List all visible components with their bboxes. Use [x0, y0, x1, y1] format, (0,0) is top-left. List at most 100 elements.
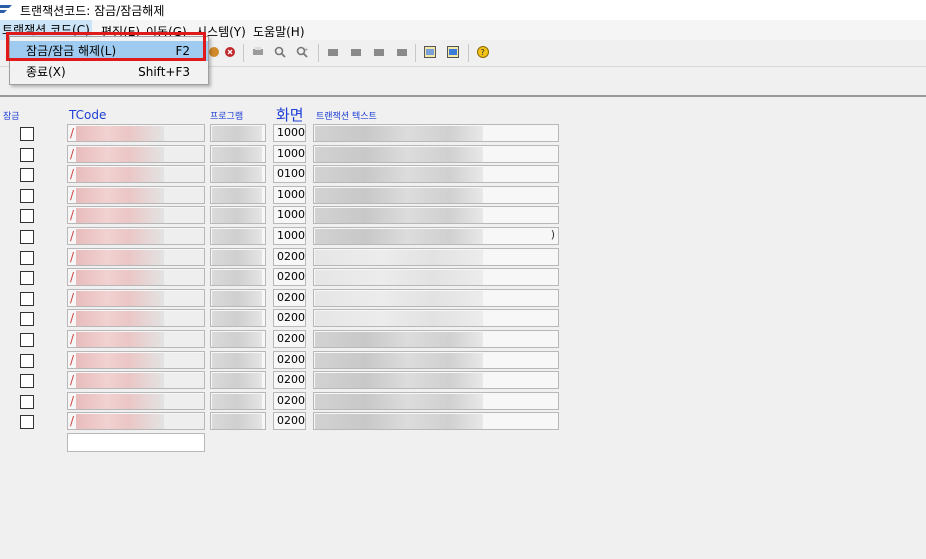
toolbar-separator	[243, 44, 244, 62]
program-field	[210, 330, 266, 348]
tcode-field[interactable]: /	[67, 371, 205, 390]
program-field	[210, 124, 266, 142]
redacted-block	[164, 146, 204, 162]
tcode-field[interactable]: /	[67, 144, 205, 163]
toolbar-separator	[415, 44, 416, 62]
table-row: / 0200	[0, 391, 926, 413]
tcode-field[interactable]: /	[67, 309, 205, 328]
tcode-field[interactable]: /	[67, 288, 205, 307]
redacted-block	[212, 249, 262, 265]
lock-checkbox[interactable]	[20, 415, 34, 430]
tcode-value: /	[70, 208, 75, 223]
lock-checkbox[interactable]	[20, 353, 34, 368]
tcode-field[interactable]: /	[67, 412, 205, 431]
new-tcode-input[interactable]	[67, 433, 205, 452]
redacted-block	[76, 229, 164, 244]
tcode-field[interactable]: /	[67, 227, 205, 245]
program-field	[210, 371, 266, 390]
column-header-program: 프로그램	[210, 112, 244, 122]
program-field	[210, 268, 266, 287]
lock-checkbox[interactable]	[20, 209, 34, 224]
sap-logo-icon	[0, 5, 12, 13]
tcode-field[interactable]: /	[67, 165, 205, 184]
lock-checkbox[interactable]	[20, 291, 34, 306]
transaction-text-field	[313, 144, 559, 163]
lock-checkbox[interactable]	[20, 188, 34, 203]
previous-page-icon[interactable]	[350, 46, 362, 58]
cancel-icon[interactable]	[224, 46, 236, 58]
redacted-block	[315, 146, 483, 162]
shortcut-icon[interactable]	[447, 46, 459, 58]
title-bar: 트랜잭션코드: 잠금/잠금해제	[0, 0, 926, 20]
program-field	[210, 391, 266, 410]
screen-number-field: 0200	[273, 412, 306, 431]
table-row: / 0200	[0, 288, 926, 310]
menu-help[interactable]: 도움말(H)	[253, 23, 305, 40]
tcode-field[interactable]: /	[67, 268, 205, 287]
find-next-icon[interactable]: +	[296, 46, 308, 58]
lock-checkbox[interactable]	[20, 312, 34, 327]
lock-checkbox[interactable]	[20, 168, 34, 183]
screen-number-field: 1000	[273, 124, 306, 142]
tcode-field[interactable]: /	[67, 124, 205, 142]
transaction-code-menu: 잠금/잠금 해제(L) F2 종료(X) Shift+F3	[9, 36, 209, 85]
execute-icon[interactable]	[208, 46, 220, 58]
redacted-block	[164, 311, 204, 327]
redacted-block	[315, 270, 483, 286]
program-field	[210, 309, 266, 328]
redacted-block	[212, 352, 262, 368]
table-row: / 0200	[0, 350, 926, 372]
tcode-value: /	[70, 393, 75, 408]
last-page-icon[interactable]	[396, 46, 408, 58]
lock-checkbox[interactable]	[20, 147, 34, 162]
tcode-field[interactable]: /	[67, 185, 205, 204]
screen-number-field: 0200	[273, 371, 306, 390]
lock-checkbox[interactable]	[20, 250, 34, 265]
help-icon[interactable]: ?	[477, 46, 489, 58]
table-row: / 1000	[0, 124, 926, 145]
redacted-block	[212, 311, 262, 327]
lock-checkbox[interactable]	[20, 127, 34, 141]
tcode-value: /	[70, 414, 75, 429]
redacted-block	[315, 414, 483, 430]
find-icon[interactable]	[274, 46, 286, 58]
redacted-block	[315, 311, 483, 327]
screen-number-field: 1000	[273, 206, 306, 225]
table-row: / 0200	[0, 412, 926, 433]
menu-item-lock-unlock[interactable]: 잠금/잠금 해제(L) F2	[10, 41, 208, 61]
lock-checkbox[interactable]	[20, 374, 34, 389]
lock-checkbox[interactable]	[20, 333, 34, 347]
transaction-text-field	[313, 165, 559, 184]
screen-number-field: 0200	[273, 350, 306, 369]
transaction-text-field	[313, 247, 559, 266]
menu-item-lock-unlock-shortcut: F2	[175, 44, 190, 58]
redacted-block	[212, 332, 262, 347]
redacted-block	[315, 332, 483, 347]
table-row: / 1000	[0, 144, 926, 166]
tcode-value: /	[70, 290, 75, 305]
transaction-text-field	[313, 309, 559, 328]
lock-checkbox[interactable]	[20, 394, 34, 409]
tcode-field[interactable]: /	[67, 350, 205, 369]
window-title: 트랜잭션코드: 잠금/잠금해제	[20, 4, 165, 18]
tcode-field[interactable]: /	[67, 391, 205, 410]
lock-checkbox[interactable]	[20, 271, 34, 286]
first-page-icon[interactable]	[327, 46, 339, 58]
tcode-field[interactable]: /	[67, 330, 205, 348]
menu-item-exit[interactable]: 종료(X) Shift+F3	[10, 62, 208, 82]
create-session-icon[interactable]	[424, 46, 436, 58]
next-page-icon[interactable]	[373, 46, 385, 58]
transaction-text-field	[313, 185, 559, 204]
program-field	[210, 350, 266, 369]
redacted-block	[164, 332, 204, 347]
tcode-field[interactable]: /	[67, 206, 205, 225]
menu-item-exit-label: 종료(X)	[26, 65, 66, 79]
tcode-field[interactable]: /	[67, 247, 205, 266]
table-row: / 1000	[0, 185, 926, 207]
redacted-block	[212, 373, 262, 389]
redacted-block	[76, 270, 164, 286]
print-icon[interactable]	[252, 46, 264, 58]
redacted-block	[315, 249, 483, 265]
lock-checkbox[interactable]	[20, 230, 34, 244]
program-field	[210, 206, 266, 225]
